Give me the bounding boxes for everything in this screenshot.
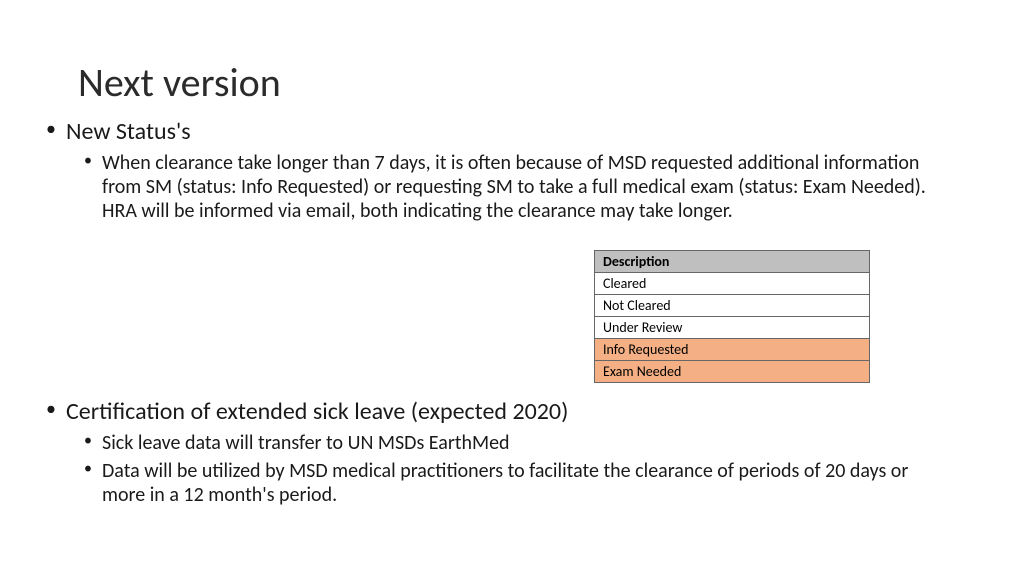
table-cell: Info Requested [595, 339, 870, 361]
table-cell: Not Cleared [595, 295, 870, 317]
list-item: Certification of extended sick leave (ex… [36, 397, 950, 507]
table-cell: Under Review [595, 317, 870, 339]
section2-heading: Certification of extended sick leave (ex… [66, 397, 568, 426]
table-header-row: Description [595, 251, 870, 273]
table-row: Info Requested [595, 339, 870, 361]
status-table-wrap: Description Cleared Not Cleared Under Re… [594, 250, 870, 383]
section1-heading: New Status's [66, 117, 191, 146]
table-cell: Cleared [595, 273, 870, 295]
list-item: New Status's When clearance take longer … [36, 117, 950, 223]
slide: Next version New Status's When clearance… [0, 0, 1024, 576]
table-body: Cleared Not Cleared Under Review Info Re… [595, 273, 870, 383]
table-header-cell: Description [595, 251, 870, 273]
table-row: Cleared [595, 273, 870, 295]
status-table: Description Cleared Not Cleared Under Re… [594, 250, 870, 383]
table-row: Not Cleared [595, 295, 870, 317]
list-item: Sick leave data will transfer to UN MSDs… [66, 431, 950, 455]
table-row: Under Review [595, 317, 870, 339]
list-item: When clearance take longer than 7 days, … [66, 151, 950, 223]
table-row: Exam Needed [595, 361, 870, 383]
table-cell: Exam Needed [595, 361, 870, 383]
page-title: Next version [78, 58, 950, 107]
list-item: Data will be utilized by MSD medical pra… [66, 459, 950, 507]
